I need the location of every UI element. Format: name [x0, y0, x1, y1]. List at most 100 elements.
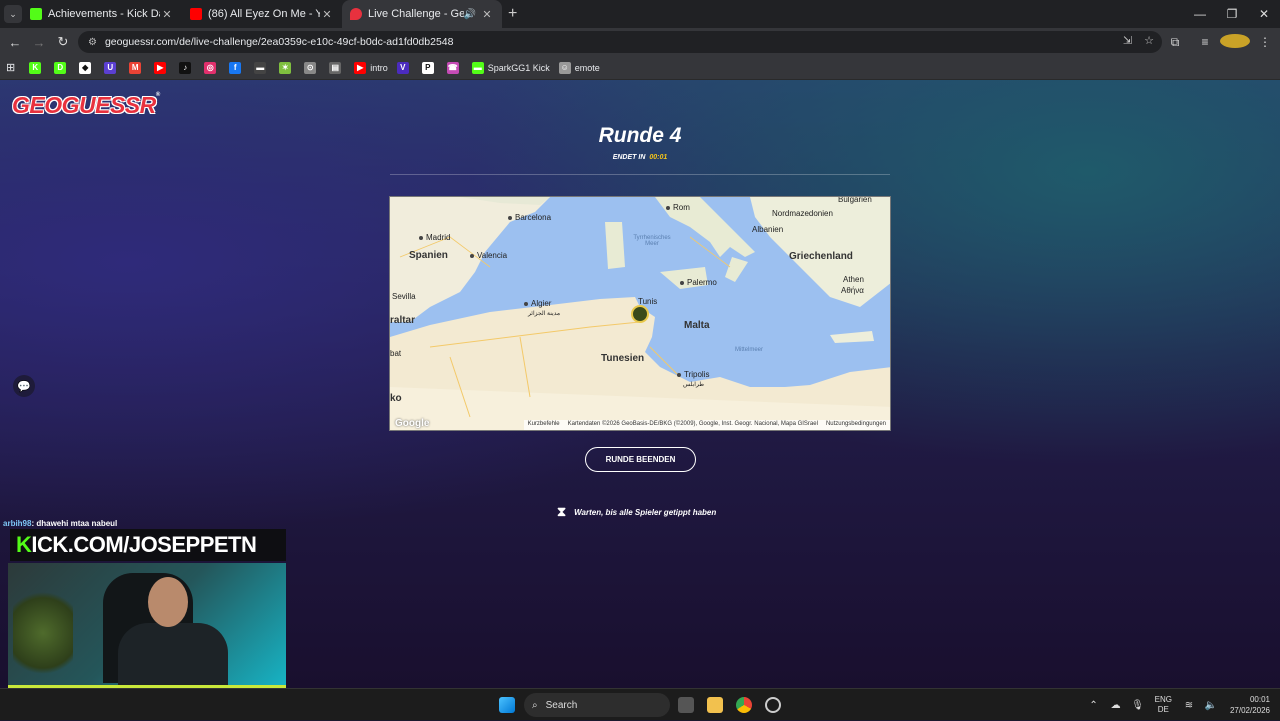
close-icon[interactable]: ✕ — [320, 8, 334, 21]
bookmark-label: emote — [574, 62, 600, 73]
chat-username: arbih98 — [3, 519, 32, 528]
language-indicator[interactable]: ENG DE — [1155, 695, 1172, 715]
bookmark-icon: ▬ — [471, 61, 484, 74]
map-label-athina: Αθήνα — [841, 286, 864, 295]
player-guess-marker[interactable] — [631, 305, 649, 323]
reload-icon[interactable]: ↻ — [51, 34, 75, 50]
chrome-icon[interactable] — [736, 697, 752, 713]
bookmark-item[interactable]: ▤ — [329, 61, 345, 74]
map-label-malta: Malta — [684, 320, 710, 331]
bookmark-item[interactable]: ⊙ — [304, 61, 320, 74]
bookmarks-bar: ⊞ K D ◆ U M ▶ ♪ ◎ f ▬ ✶ ⊙ ▤ ▶ intro V P ☎ ▬ SparkGG1 Kick ☺ e… — [0, 56, 1280, 80]
bookmark-item[interactable]: K — [29, 61, 45, 74]
bookmark-icon: ▶ — [154, 61, 167, 74]
bookmark-item[interactable]: ▬ SparkGG1 Kick — [471, 61, 550, 74]
app-icon[interactable] — [765, 697, 781, 713]
microphone-icon[interactable]: 🎙 — [1127, 700, 1149, 711]
bookmark-item[interactable]: V — [396, 61, 413, 74]
tab-search-button[interactable]: ⌄ — [4, 5, 22, 23]
map-label-tripolis: Tripolis — [677, 370, 709, 379]
bookmark-item[interactable]: P — [421, 61, 438, 74]
bookmark-item[interactable]: ☎ — [446, 61, 463, 74]
bookmark-icon: U — [104, 61, 117, 74]
chat-text: : dhawehi mtaa nabeul — [31, 519, 118, 528]
tab-youtube[interactable]: (86) All Eyez On Me - YouTube ✕ — [182, 0, 342, 28]
bookmark-icon: ▤ — [329, 61, 342, 74]
bookmark-icon: ◎ — [204, 61, 217, 74]
apps-grid-icon[interactable]: ⊞ — [6, 61, 15, 74]
close-icon[interactable]: ✕ — [160, 8, 174, 21]
start-icon[interactable] — [499, 697, 515, 713]
geoguessr-logo[interactable]: GEOGUESSR® — [12, 92, 160, 119]
map-label-rom: Rom — [666, 203, 690, 212]
bookmark-item[interactable]: ✶ — [279, 61, 295, 74]
webcam-overlay — [8, 563, 286, 688]
bookmark-icon: ▶ — [354, 61, 367, 74]
forward-icon[interactable]: → — [27, 35, 51, 50]
chat-icon[interactable]: 💬 — [13, 375, 35, 397]
menu-icon[interactable]: ⋮ — [1250, 35, 1280, 49]
restore-icon[interactable]: ❐ — [1216, 0, 1248, 28]
media-icon[interactable]: ≡ — [1190, 35, 1220, 49]
bookmark-item[interactable]: D — [54, 61, 70, 74]
bookmark-item[interactable]: ♪ — [179, 61, 195, 74]
close-icon[interactable]: ✕ — [480, 8, 494, 21]
bookmark-icon: ☎ — [446, 61, 459, 74]
map-data-text: Kartendaten ©2026 GeoBasis-DE/BKG (©2009… — [567, 421, 818, 427]
bookmark-icon: K — [29, 61, 42, 74]
keyboard-shortcuts-link[interactable]: Kurzbefehle — [528, 421, 560, 429]
task-view-icon[interactable] — [678, 697, 694, 713]
new-tab-button[interactable]: + — [508, 5, 517, 23]
terms-link[interactable]: Nutzungsbedingungen — [826, 421, 886, 429]
install-icon[interactable]: ⇲ — [1123, 34, 1132, 47]
tab-kick-dashboard[interactable]: Achievements - Kick Dashboard ✕ — [22, 0, 182, 28]
file-explorer-icon[interactable] — [707, 697, 723, 713]
site-info-icon[interactable]: ⚙ — [88, 37, 97, 48]
map-label-bulgarien: Bulgarien — [838, 196, 872, 204]
bookmark-item[interactable]: ◎ — [204, 61, 220, 74]
kick-banner: KICK.COM/JOSEPPETN — [10, 529, 286, 561]
clock[interactable]: 00:01 27/02/2026 — [1230, 694, 1270, 716]
divider — [390, 174, 890, 175]
map-label-valencia: Valencia — [470, 251, 507, 260]
bookmark-item[interactable]: ▬ — [254, 61, 270, 74]
bookmark-icon: D — [54, 61, 67, 74]
address-bar[interactable]: ⚙ geoguessr.com/de/live-challenge/2ea035… — [78, 31, 1162, 53]
wifi-icon[interactable]: ≋ — [1178, 700, 1200, 711]
audio-icon[interactable]: 🔊 — [464, 9, 476, 20]
hourglass-icon: ⧗ — [557, 504, 567, 519]
bookmark-item[interactable]: M — [129, 61, 145, 74]
map-label-albanien: Albanien — [752, 225, 784, 234]
profile-avatar[interactable] — [1220, 33, 1250, 51]
kick-icon — [30, 8, 42, 20]
minimize-icon[interactable]: — — [1184, 0, 1216, 28]
google-logo: Google — [395, 418, 430, 429]
chevron-up-icon[interactable]: ⌃ — [1083, 700, 1105, 711]
clock-date: 27/02/2026 — [1229, 706, 1270, 715]
bookmark-item[interactable]: ▶ intro — [354, 61, 388, 74]
bookmark-item[interactable]: ▶ — [154, 61, 170, 74]
extensions-icon[interactable]: ⧉ — [1160, 35, 1190, 50]
close-window-icon[interactable]: ✕ — [1248, 0, 1280, 28]
bookmark-item[interactable]: f — [229, 61, 245, 74]
bookmark-star-icon[interactable]: ☆ — [1144, 34, 1154, 47]
tab-geoguessr[interactable]: Live Challenge - GeoGuessr 🔊 ✕ — [342, 0, 502, 28]
map-label-tunesien: Tunesien — [601, 353, 645, 364]
bookmark-icon: V — [396, 61, 409, 74]
window-controls: — ❐ ✕ — [1184, 0, 1280, 28]
tab-title: (86) All Eyez On Me - YouTube — [208, 8, 320, 20]
cloud-icon[interactable]: ☁ — [1105, 700, 1127, 711]
bookmark-icon: ☺ — [558, 61, 571, 74]
end-round-button[interactable]: RUNDE BEENDEN — [585, 447, 696, 472]
logo-text: GEOGUESSR — [12, 92, 156, 118]
back-icon[interactable]: ← — [3, 35, 27, 50]
bookmark-item[interactable]: U — [104, 61, 120, 74]
bookmark-item[interactable]: ◆ — [79, 61, 95, 74]
ends-label: ENDET IN — [612, 154, 646, 161]
taskbar-search[interactable]: ⌕ Search — [524, 693, 670, 717]
map-label-marokko: ko — [390, 393, 402, 404]
result-map[interactable]: Barcelona Rom Nordmazedonien Bulgarien M… — [389, 196, 891, 431]
bookmark-item[interactable]: ☺ emote — [558, 61, 600, 74]
waiting-status: ⧗ Warten, bis alle Spieler getippt haben — [553, 501, 731, 523]
volume-icon[interactable]: 🔈 — [1200, 700, 1222, 711]
